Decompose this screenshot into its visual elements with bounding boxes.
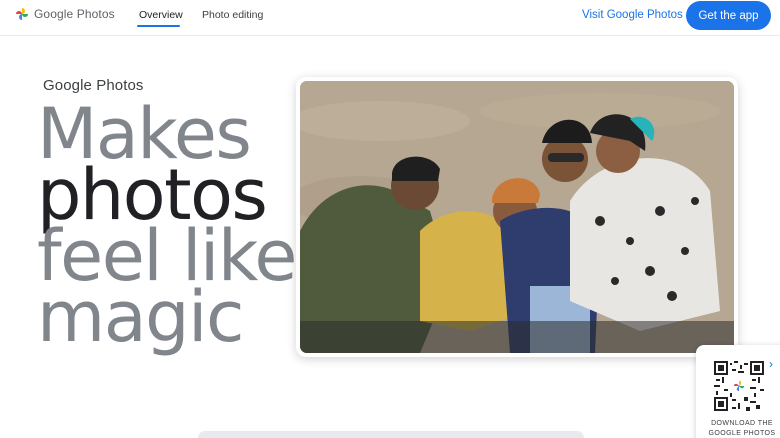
chevron-right-icon[interactable]: ›: [769, 357, 773, 371]
visit-google-photos-link[interactable]: Visit Google Photos: [582, 9, 683, 21]
qr-caption-line-1: DOWNLOAD THE: [711, 420, 773, 427]
tab-photo-editing[interactable]: Photo editing: [202, 9, 263, 21]
get-the-app-button[interactable]: Get the app: [686, 1, 771, 30]
hero-photo: [300, 81, 734, 353]
qr-caption-line-2: GOOGLE PHOTOS: [708, 430, 776, 437]
hero-headline: Makes photos feel like magic: [37, 99, 297, 352]
qr-code: [714, 361, 764, 411]
download-app-qr-panel[interactable]: › DOWNLOAD THE GOOGLE PHOTOS: [696, 345, 780, 438]
tab-overview[interactable]: Overview: [139, 9, 183, 21]
google-photos-logo[interactable]: Google Photos: [15, 7, 115, 21]
hero-brand: Google Photos: [43, 77, 144, 94]
hero-photo-card: [296, 77, 738, 357]
qr-caption: DOWNLOAD THE GOOGLE PHOTOS: [702, 419, 780, 438]
group-photo-illustration: [300, 81, 734, 353]
pinwheel-icon: [16, 8, 28, 20]
bottom-section-tab-bar: [198, 431, 584, 438]
active-tab-indicator: [137, 25, 180, 27]
logo-text: Google Photos: [34, 7, 115, 21]
top-nav-bar: Google Photos Overview Photo editing Vis…: [0, 0, 780, 36]
